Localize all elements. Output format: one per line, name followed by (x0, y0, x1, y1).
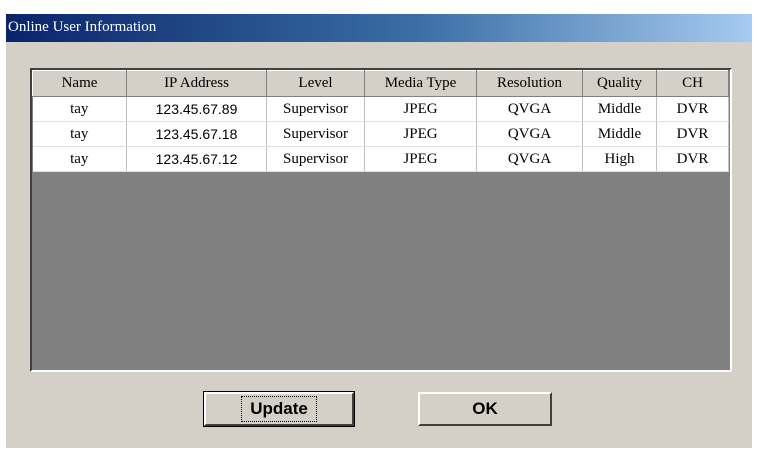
cell-ip-address: 123.45.67.12 (126, 146, 267, 172)
table-row[interactable]: tay 123.45.67.18 Supervisor JPEG QVGA Mi… (32, 121, 729, 147)
column-header-ch[interactable]: CH (656, 70, 729, 97)
cell-level: Supervisor (266, 96, 365, 122)
column-header-name[interactable]: Name (32, 70, 127, 97)
online-users-table: Name IP Address Level Media Type Resolut… (32, 70, 729, 172)
cell-quality: High (582, 146, 657, 172)
cell-media-type: JPEG (364, 96, 477, 122)
cell-name: tay (32, 96, 127, 122)
window-title: Online User Information (8, 19, 157, 35)
cell-media-type: JPEG (364, 146, 477, 172)
cell-ch: DVR (656, 96, 729, 122)
cell-name: tay (32, 121, 127, 147)
column-header-resolution[interactable]: Resolution (476, 70, 583, 97)
cell-level: Supervisor (266, 146, 365, 172)
cell-ip-address: 123.45.67.18 (126, 121, 267, 147)
column-header-quality[interactable]: Quality (582, 70, 657, 97)
online-users-list[interactable]: Name IP Address Level Media Type Resolut… (30, 68, 732, 372)
update-button[interactable]: Update (203, 391, 355, 427)
cell-ch: DVR (656, 146, 729, 172)
online-user-dialog: Online User Information Name IP Address … (6, 14, 752, 448)
table-row[interactable]: tay 123.45.67.12 Supervisor JPEG QVGA Hi… (32, 146, 729, 172)
cell-resolution: QVGA (476, 121, 583, 147)
cell-level: Supervisor (266, 121, 365, 147)
update-button-label: Update (241, 396, 317, 422)
column-header-ip-address[interactable]: IP Address (126, 70, 267, 97)
column-header-level[interactable]: Level (266, 70, 365, 97)
cell-ip-address: 123.45.67.89 (126, 96, 267, 122)
ok-button[interactable]: OK (418, 392, 552, 426)
cell-quality: Middle (582, 121, 657, 147)
column-header-media-type[interactable]: Media Type (364, 70, 477, 97)
cell-ch: DVR (656, 121, 729, 147)
cell-resolution: QVGA (476, 146, 583, 172)
cell-quality: Middle (582, 96, 657, 122)
title-bar[interactable]: Online User Information (6, 14, 752, 42)
cell-name: tay (32, 146, 127, 172)
table-header-row: Name IP Address Level Media Type Resolut… (32, 70, 729, 97)
table-row[interactable]: tay 123.45.67.89 Supervisor JPEG QVGA Mi… (32, 96, 729, 122)
cell-media-type: JPEG (364, 121, 477, 147)
ok-button-label: OK (472, 399, 498, 418)
cell-resolution: QVGA (476, 96, 583, 122)
